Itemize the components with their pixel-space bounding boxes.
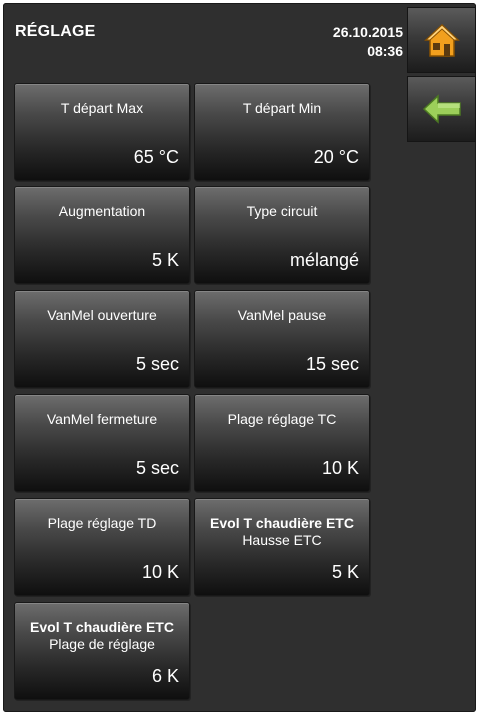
setting-value: mélangé (289, 250, 359, 270)
time-label: 08:36 (367, 43, 403, 59)
home-icon (423, 23, 460, 57)
setting-tile[interactable]: Type circuit mélangé (194, 186, 370, 284)
setting-tile[interactable]: VanMel pause 15 sec (194, 290, 370, 388)
setting-label: Evol T chaudière ETC Hausse ETC (195, 515, 369, 549)
setting-tile[interactable]: Plage réglage TD 10 K (14, 498, 190, 596)
setting-value: 20 °C (313, 147, 359, 167)
setting-label: Plage réglage TC (227, 411, 337, 427)
setting-label: VanMel ouverture (47, 307, 157, 323)
setting-label: VanMel pause (237, 307, 327, 323)
setting-tile[interactable]: VanMel ouverture 5 sec (14, 290, 190, 388)
setting-label: Evol T chaudière ETC Plage de réglage (15, 619, 189, 653)
date-label: 26.10.2015 (332, 24, 403, 40)
setting-value: 5 sec (135, 458, 179, 478)
setting-tile[interactable]: T départ Max 65 °C (14, 83, 190, 181)
back-button[interactable] (407, 76, 476, 142)
setting-label: Type circuit (246, 203, 318, 219)
setting-value: 10 K (141, 562, 179, 582)
settings-screen: RÉGLAGE 26.10.2015 08:36 T départ Max 65 … (3, 3, 476, 712)
setting-value: 15 sec (305, 354, 359, 374)
setting-tile[interactable]: Evol T chaudière ETC Hausse ETC 5 K (194, 498, 370, 596)
setting-value: 5 sec (135, 354, 179, 374)
setting-tile[interactable]: Augmentation 5 K (14, 186, 190, 284)
setting-tile[interactable]: Plage réglage TC 10 K (194, 394, 370, 492)
setting-label-sub: Plage de réglage (49, 636, 155, 652)
setting-label-main: Evol T chaudière ETC (210, 515, 354, 531)
setting-tile[interactable]: Evol T chaudière ETC Plage de réglage 6 K (14, 602, 190, 700)
back-arrow-icon (422, 94, 461, 124)
setting-label-sub: Hausse ETC (242, 532, 322, 548)
setting-label: Augmentation (58, 203, 146, 219)
setting-label: T départ Min (242, 100, 322, 116)
setting-label: VanMel fermeture (46, 411, 158, 427)
home-button[interactable] (407, 7, 476, 73)
setting-tile[interactable]: T départ Min 20 °C (194, 83, 370, 181)
page-title: RÉGLAGE (15, 23, 96, 40)
setting-tile[interactable]: VanMel fermeture 5 sec (14, 394, 190, 492)
setting-label-main: Evol T chaudière ETC (30, 619, 174, 635)
datetime: 26.10.2015 08:36 (333, 23, 403, 61)
setting-value: 6 K (151, 666, 179, 686)
setting-value: 5 K (331, 562, 359, 582)
setting-value: 5 K (151, 250, 179, 270)
setting-label: Plage réglage TD (47, 515, 157, 531)
setting-value: 65 °C (133, 147, 179, 167)
setting-value: 10 K (321, 458, 359, 478)
setting-label: T départ Max (60, 100, 144, 116)
